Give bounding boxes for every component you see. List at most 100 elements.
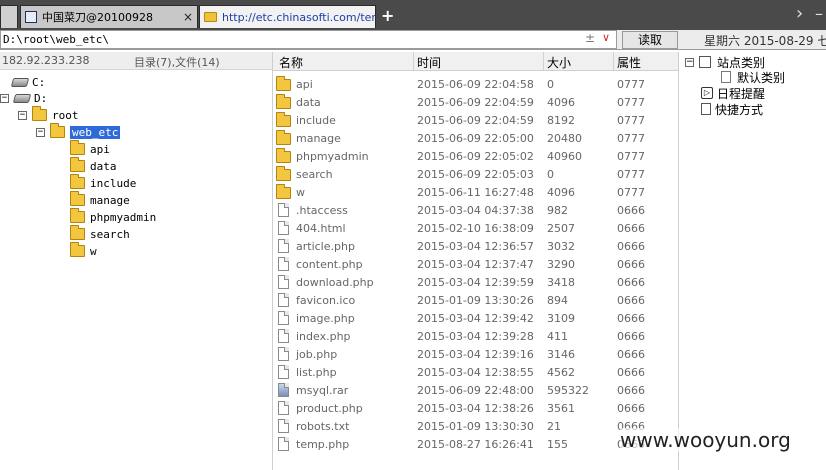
folder-icon xyxy=(204,12,217,22)
tree-item-api[interactable]: api xyxy=(70,140,110,157)
file-name: api xyxy=(296,78,313,91)
folder-icon xyxy=(32,106,47,121)
file-size: 4096 xyxy=(547,186,575,199)
tree-item-root[interactable]: − root xyxy=(18,106,79,123)
tree-item-label: manage xyxy=(90,193,130,207)
column-size-header[interactable]: 大小 xyxy=(547,54,571,71)
file-size: 40960 xyxy=(547,150,582,163)
tree-item-include[interactable]: include xyxy=(70,174,136,191)
collapse-icon[interactable]: − xyxy=(36,127,45,137)
file-size: 3146 xyxy=(547,348,575,361)
table-row[interactable]: include 2015-06-09 22:04:59 8192 0777 xyxy=(273,111,678,129)
file-size: 3109 xyxy=(547,312,575,325)
folder-icon xyxy=(276,130,291,145)
collapse-icon[interactable]: − xyxy=(685,57,694,67)
watermark: www.wooyun.org xyxy=(620,428,791,452)
file-time: 2015-06-09 22:04:58 xyxy=(417,78,534,91)
table-row[interactable]: download.php 2015-03-04 12:39:59 3418 06… xyxy=(273,273,678,291)
file-attr: 0666 xyxy=(617,348,645,361)
tree-item-label: w xyxy=(90,244,97,258)
tree-item-schedule[interactable]: ▷ 日程提醒 xyxy=(701,85,765,101)
table-row[interactable]: data 2015-06-09 22:04:59 4096 0777 xyxy=(273,93,678,111)
table-row[interactable]: image.php 2015-03-04 12:39:42 3109 0666 xyxy=(273,309,678,327)
table-row[interactable]: .htaccess 2015-03-04 04:37:38 982 0666 xyxy=(273,201,678,219)
file-icon xyxy=(278,401,289,415)
path-input[interactable]: D:\root\web_etc\ xyxy=(0,30,617,49)
file-attr: 0666 xyxy=(617,366,645,379)
table-row[interactable]: article.php 2015-03-04 12:36:57 3032 066… xyxy=(273,237,678,255)
tab-url[interactable]: http://etc.chinasofti.com/tem... × xyxy=(199,5,376,28)
tree-item-w[interactable]: w xyxy=(70,242,97,259)
tree-item-shortcut[interactable]: 快捷方式 xyxy=(701,101,763,117)
table-row[interactable]: robots.txt 2015-01-09 13:30:30 21 0666 xyxy=(273,417,678,435)
dir-file-counts: 目录(7),文件(14) xyxy=(134,56,220,69)
file-attr: 0666 xyxy=(617,312,645,325)
column-separator[interactable] xyxy=(413,52,414,71)
folder-icon xyxy=(70,225,85,240)
column-separator[interactable] xyxy=(613,52,614,71)
file-attr: 0777 xyxy=(617,168,645,181)
folder-icon xyxy=(70,174,85,189)
tree-item-label: 快捷方式 xyxy=(715,102,764,117)
tab-caidao[interactable]: 中国菜刀@20100928 × xyxy=(20,5,198,28)
file-size: 0 xyxy=(547,168,554,181)
file-size: 155 xyxy=(547,438,568,451)
file-size: 3561 xyxy=(547,402,575,415)
tab-leftmost[interactable] xyxy=(0,5,18,28)
file-icon xyxy=(278,419,289,433)
tree-item-c[interactable]: C: xyxy=(10,74,45,90)
column-time-header[interactable]: 时间 xyxy=(417,54,441,71)
folder-icon xyxy=(276,94,291,109)
tree-item-data[interactable]: data xyxy=(70,157,117,174)
file-icon xyxy=(278,257,289,271)
column-name-header[interactable]: 名称 xyxy=(279,54,303,71)
table-row[interactable]: list.php 2015-03-04 12:38:55 4562 0666 xyxy=(273,363,678,381)
table-row[interactable]: index.php 2015-03-04 12:39:28 411 0666 xyxy=(273,327,678,345)
tab-caidao-label: 中国菜刀@20100928 xyxy=(42,11,153,24)
file-name: image.php xyxy=(296,312,355,325)
collapse-icon[interactable]: − xyxy=(0,93,9,103)
table-row[interactable]: search 2015-06-09 22:05:03 0 0777 xyxy=(273,165,678,183)
file-name: job.php xyxy=(296,348,338,361)
tab-close-icon[interactable]: × xyxy=(183,10,193,24)
tree-item-manage[interactable]: manage xyxy=(70,191,130,208)
file-time: 2015-03-04 12:39:16 xyxy=(417,348,534,361)
file-name: favicon.ico xyxy=(296,294,356,307)
table-row[interactable]: product.php 2015-03-04 12:38:26 3561 066… xyxy=(273,399,678,417)
tree-item-d[interactable]: − D: xyxy=(0,90,47,106)
column-separator[interactable] xyxy=(543,52,544,71)
file-name: index.php xyxy=(296,330,351,343)
table-row[interactable]: 404.html 2015-02-10 16:38:09 2507 0666 xyxy=(273,219,678,237)
tree-item-web-etc[interactable]: − web_etc xyxy=(36,123,121,140)
file-time: 2015-03-04 04:37:38 xyxy=(417,204,534,217)
plus-minus-icon[interactable]: ± xyxy=(585,31,595,45)
table-row[interactable]: w 2015-06-11 16:27:48 4096 0777 xyxy=(273,183,678,201)
server-ip: 182.92.233.238 xyxy=(2,54,90,67)
tree-item-default-category[interactable]: 默认类别 xyxy=(721,69,785,85)
minimize-icon[interactable]: – xyxy=(815,4,823,23)
path-dropdown-icon[interactable]: ∨ xyxy=(602,31,610,44)
read-button[interactable]: 读取 xyxy=(622,31,678,49)
add-tab-icon[interactable]: + xyxy=(381,6,394,25)
collapse-icon[interactable]: − xyxy=(18,110,27,120)
file-name: product.php xyxy=(296,402,363,415)
archive-icon xyxy=(278,383,289,397)
tree-item-phpmyadmin[interactable]: phpmyadmin xyxy=(70,208,156,225)
table-row[interactable]: manage 2015-06-09 22:05:00 20480 0777 xyxy=(273,129,678,147)
category-icon xyxy=(699,56,711,68)
file-name: 404.html xyxy=(296,222,346,235)
table-row[interactable]: job.php 2015-03-04 12:39:16 3146 0666 xyxy=(273,345,678,363)
table-row[interactable]: temp.php 2015-08-27 16:26:41 155 0666 xyxy=(273,435,678,453)
table-row[interactable]: phpmyadmin 2015-06-09 22:05:02 40960 077… xyxy=(273,147,678,165)
table-row[interactable]: msyql.rar 2015-06-09 22:48:00 595322 066… xyxy=(273,381,678,399)
tab-scroll-right-icon[interactable]: › xyxy=(796,3,803,24)
file-icon xyxy=(278,311,289,325)
table-row[interactable]: api 2015-06-09 22:04:58 0 0777 xyxy=(273,75,678,93)
file-time: 2015-06-09 22:48:00 xyxy=(417,384,534,397)
table-row[interactable]: content.php 2015-03-04 12:37:47 3290 066… xyxy=(273,255,678,273)
table-row[interactable]: favicon.ico 2015-01-09 13:30:26 894 0666 xyxy=(273,291,678,309)
tree-item-label: data xyxy=(90,159,117,173)
window-icon xyxy=(25,11,37,23)
column-attr-header[interactable]: 属性 xyxy=(617,54,641,71)
tree-item-search[interactable]: search xyxy=(70,225,130,242)
